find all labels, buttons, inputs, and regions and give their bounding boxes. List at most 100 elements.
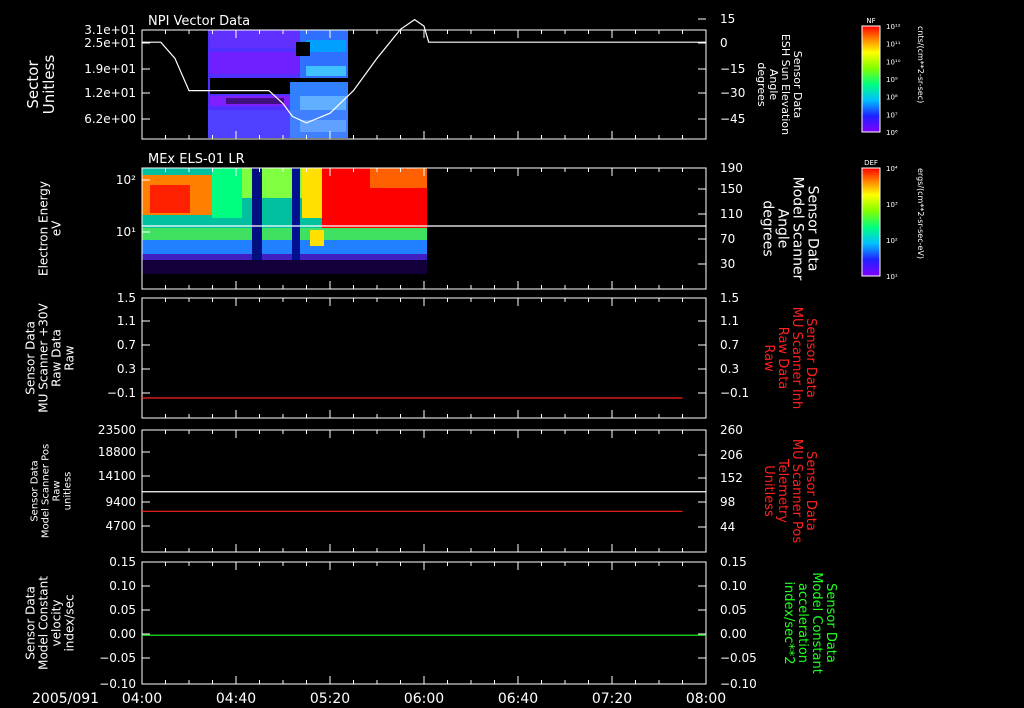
y-axis-label-line: Model Constant xyxy=(37,576,51,670)
y-axis-label: Sensor Data Model Scanner Pos Raw unitless xyxy=(30,444,74,538)
right-y-tick-label: 110 xyxy=(720,207,743,221)
colorbar-tick: 10² xyxy=(886,237,898,245)
right-y-tick-label: −0.10 xyxy=(720,677,757,691)
x-tick-label: 05:20 xyxy=(310,691,350,707)
right-y-axis-label-line: Sensor Data xyxy=(803,451,818,531)
y-tick-label: 1.5 xyxy=(117,291,136,305)
y-axis-label-line: Electron Energy xyxy=(37,181,51,276)
colorbar-def xyxy=(861,167,881,277)
colorbar-unit: cnts/(cm**2-sr-sec) xyxy=(916,26,925,103)
colorbar-tick: 10⁶ xyxy=(886,129,898,137)
right-y-axis-label: Sensor DataModel ScannerAngledegrees xyxy=(760,177,821,281)
panel-frame-3 xyxy=(141,297,707,419)
right-y-tick-label: 30 xyxy=(720,257,735,271)
right-y-axis-label-line: Telemetry xyxy=(775,458,790,523)
y-axis-label-line: Sensor Data xyxy=(24,586,38,660)
y-tick-label: 0.10 xyxy=(109,579,136,593)
y-axis-label-line: velocity xyxy=(50,600,64,647)
colorbar-tick: 10⁷ xyxy=(886,111,898,119)
y-tick-label: 3.1e+01 xyxy=(84,23,136,37)
colorbar-tick: 10¹¹ xyxy=(886,41,901,49)
y-axis-label-line: Unitless xyxy=(40,55,58,115)
right-y-axis-label-line: MU Scanner Inh xyxy=(789,307,804,410)
right-y-axis-label-line: Unitless xyxy=(761,465,776,517)
right-y-tick-label: −0.05 xyxy=(720,651,757,665)
y-tick-label: 10¹ xyxy=(116,225,136,239)
colorbar-unit: ergs/(cm**2-sr-sec-eV) xyxy=(916,168,925,259)
right-y-axis-label-line: MU Scanner Pos xyxy=(789,439,804,544)
x-tick-label: 07:20 xyxy=(592,691,632,707)
chart-canvas: NPI Vector Data 3.1e+012.5e+01 1.9e+01 1.2e… xyxy=(24,12,926,707)
y-tick-label: 1.1 xyxy=(117,314,136,328)
right-y-axis-label-line: Sensor Data xyxy=(823,583,838,663)
right-y-axis-label: Sensor DataModel Constantaccelerationind… xyxy=(781,572,838,674)
right-y-tick-label: 150 xyxy=(720,182,743,196)
right-y-axis-label: Sensor DataMU Scanner InhRaw DataRaw xyxy=(761,307,818,410)
right-y-tick-label: 190 xyxy=(720,161,743,175)
x-tick-label: 04:40 xyxy=(216,691,256,707)
date-label: 2005/091 xyxy=(32,691,99,707)
y-axis-label-line: Raw xyxy=(63,345,77,370)
y-tick-label: 0.3 xyxy=(117,362,136,376)
right-y-axis-label-line: acceleration xyxy=(795,583,810,663)
y-axis-label-line: Sensor Data xyxy=(30,460,41,521)
y-tick-label: −0.05 xyxy=(99,651,136,665)
x-tick-label: 08:00 xyxy=(686,691,726,707)
right-y-tick-label: 1.5 xyxy=(720,291,739,305)
right-y-tick-label: 0.3 xyxy=(720,362,739,376)
right-y-axis-label: Sensor DataESH Sun ElevationAngledegrees xyxy=(755,34,804,135)
right-y-axis-label-line: Angle xyxy=(775,209,791,249)
right-y-tick-label: 0.10 xyxy=(720,579,747,593)
y-tick-label: 4700 xyxy=(105,519,136,533)
right-y-tick-label: 0.15 xyxy=(720,555,747,569)
right-y-tick-label: 206 xyxy=(720,448,743,462)
y-tick-label: 23500 xyxy=(98,423,136,437)
panel-title: NPI Vector Data xyxy=(148,14,250,29)
right-y-tick-label: 152 xyxy=(720,471,743,485)
right-y-axis-label-line: degrees xyxy=(755,62,768,107)
y-axis-label-line: unitless xyxy=(63,472,74,511)
right-y-tick-label: −30 xyxy=(720,86,745,100)
y-axis-label-line: Model Scanner Pos xyxy=(41,444,52,538)
colorbar-tick: 10⁴ xyxy=(886,165,898,173)
colorbar-tag: DEF xyxy=(864,159,878,167)
y-axis-label: Sensor Data Model Constant velocity index/s… xyxy=(24,576,77,670)
right-y-tick-label: 260 xyxy=(720,423,743,437)
right-y-tick-label: −45 xyxy=(720,112,745,126)
right-y-tick-label: 1.1 xyxy=(720,314,739,328)
y-tick-label: 0.00 xyxy=(109,627,136,641)
colorbar-tick: 10¹² xyxy=(886,23,901,31)
y-tick-label: 10² xyxy=(116,173,136,187)
right-y-tick-label: 44 xyxy=(720,520,735,534)
right-y-tick-label: 0.00 xyxy=(720,627,747,641)
colorbar-tag: NF xyxy=(866,17,875,25)
panel-title: MEx ELS-01 LR xyxy=(148,152,245,167)
y-axis-label-line: Sensor Data xyxy=(24,321,38,395)
y-axis-label-line: Raw xyxy=(52,480,63,501)
y-tick-label: 6.2e+00 xyxy=(84,112,136,126)
y-tick-label: 14100 xyxy=(98,469,136,483)
npi-heatmap xyxy=(208,30,348,138)
colorbar-unit-text: ergs/(cm**2-sr-sec-eV) xyxy=(916,168,925,259)
right-y-axis-label: Sensor DataMU Scanner PosTelemetryUnitle… xyxy=(761,439,818,544)
y-axis-label-line: index/sec xyxy=(63,594,77,651)
right-y-tick-label: 0.7 xyxy=(720,338,739,352)
colorbar-tick: 10¹⁰ xyxy=(886,58,901,66)
right-y-axis-label-line: Sensor Data xyxy=(805,186,821,272)
colorbar-tick: 10³ xyxy=(886,201,898,209)
right-y-tick-label: −15 xyxy=(720,62,745,76)
y-tick-label: −0.10 xyxy=(99,677,136,691)
y-tick-label: 1.9e+01 xyxy=(84,62,136,76)
y-axis-label-line: eV xyxy=(50,220,64,236)
colorbar-nf xyxy=(861,25,881,133)
y-axis-label-line: MU Scanner +30V xyxy=(37,303,51,413)
y-tick-label: 0.15 xyxy=(109,555,136,569)
right-y-axis-label-line: Model Scanner xyxy=(790,177,806,281)
right-y-tick-label: 98 xyxy=(720,495,735,509)
right-y-axis-label-line: degrees xyxy=(760,200,776,256)
y-tick-label: 1.2e+01 xyxy=(84,86,136,100)
y-tick-label: −0.1 xyxy=(107,386,136,400)
right-y-tick-label: 70 xyxy=(720,232,735,246)
right-y-axis-label-line: index/sec**2 xyxy=(781,581,796,664)
right-y-axis-label-line: Model Constant xyxy=(809,572,824,674)
